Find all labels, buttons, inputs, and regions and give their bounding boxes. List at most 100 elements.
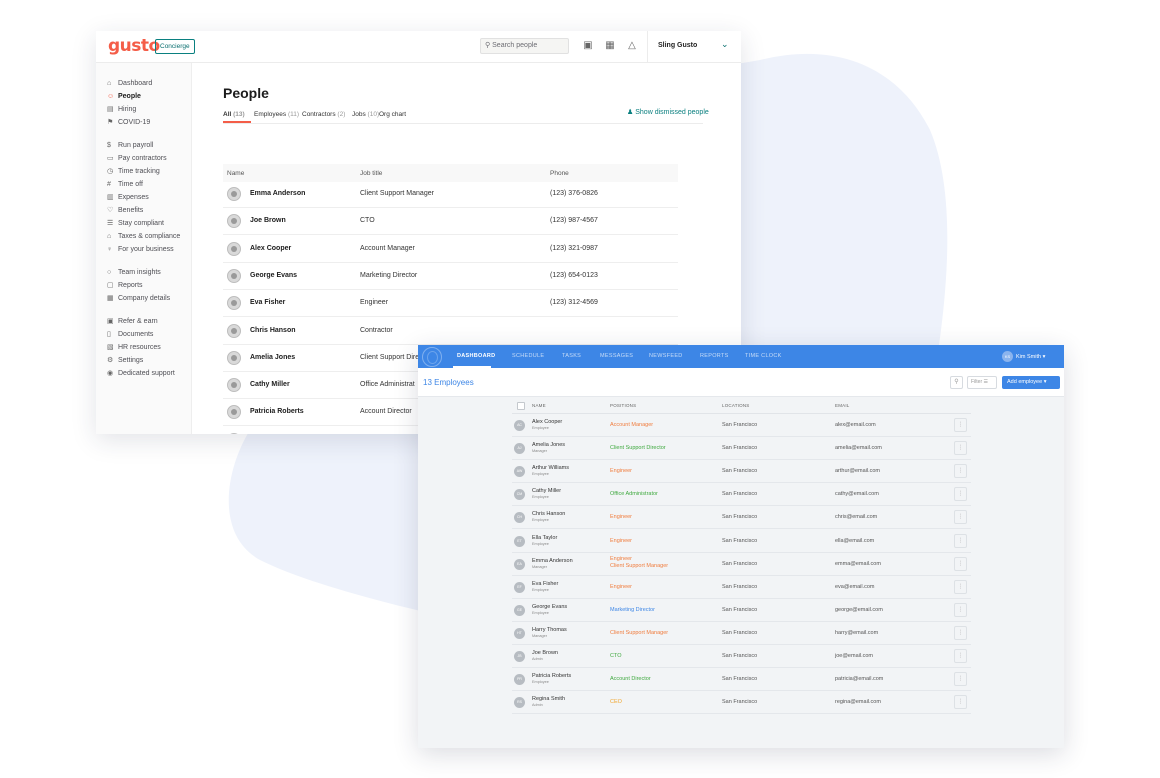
add-employee-button[interactable]: Add employee ▾ (1002, 376, 1060, 389)
table-row[interactable]: GE George Evans Employee Marketing Director… (512, 599, 971, 622)
employee-name[interactable]: Cathy Miller (532, 488, 561, 495)
sidebar-item-expenses[interactable]: ▥ Expenses (107, 193, 149, 203)
sidebar-item-time-off[interactable]: # Time off (107, 180, 143, 190)
table-row[interactable]: Eva Fisher Engineer (123) 312-4569 (223, 290, 678, 318)
sidebar-item-hr-resources[interactable]: ▧ HR resources (107, 343, 161, 353)
person-name[interactable]: Patricia Roberts (250, 408, 304, 415)
more-options-button[interactable]: ⋮ (954, 579, 967, 594)
gusto-logo[interactable]: gusto (108, 36, 160, 56)
nav-schedule[interactable]: SCHEDULE (512, 353, 544, 359)
filter-button[interactable]: Filter ☰ (967, 376, 997, 389)
table-row[interactable]: AC Alex Cooper Employee Account Manager San … (512, 414, 971, 437)
table-row[interactable]: RS Regina Smith Admin CEO San Francisco regin… (512, 691, 971, 715)
employee-name[interactable]: Patricia Roberts (532, 673, 571, 680)
sidebar-item-dashboard[interactable]: ⌂ Dashboard (107, 79, 152, 89)
person-name[interactable]: Emma Anderson (250, 190, 305, 197)
sidebar-item-hiring[interactable]: ▤ Hiring (107, 105, 136, 115)
sidebar-item-refer-earn[interactable]: ▣ Refer & earn (107, 317, 158, 327)
employee-name[interactable]: Joe Brown (532, 650, 558, 657)
person-name[interactable]: Joe Brown (250, 217, 286, 224)
sidebar-item-documents[interactable]: ▯ Documents (107, 330, 153, 340)
more-options-button[interactable]: ⋮ (954, 625, 967, 640)
person-name[interactable]: George Evans (250, 272, 297, 279)
table-row[interactable]: EA Emma Anderson Manager Engineer Client Sup… (512, 553, 971, 576)
more-options-button[interactable]: ⋮ (954, 441, 967, 456)
table-row[interactable]: AW Arthur Williams Employee Engineer San Fra… (512, 460, 971, 484)
person-name[interactable]: Eva Fisher (250, 299, 285, 306)
more-options-button[interactable]: ⋮ (954, 533, 967, 548)
employee-name[interactable]: Arthur Williams (532, 465, 569, 472)
column-header-locations[interactable]: LOCATIONS (722, 403, 749, 408)
table-row[interactable]: AJ Amelia Jones Manager Client Support Dire… (512, 437, 971, 461)
nav-dashboard[interactable]: DASHBOARD (457, 353, 495, 359)
employee-name[interactable]: Eva Fisher (532, 581, 558, 588)
column-header-name[interactable]: Name (227, 170, 244, 177)
sidebar-item-company-details[interactable]: ▦ Company details (107, 294, 170, 304)
column-header-job[interactable]: Job title (360, 170, 382, 177)
sidebar-item-team-insights[interactable]: ○ Team insights (107, 268, 161, 278)
user-menu[interactable]: KS Kim Smith ▾ (1002, 351, 1045, 362)
nav-time-clock[interactable]: TIME CLOCK (745, 353, 782, 359)
bell-icon[interactable]: △ (626, 40, 638, 52)
person-name[interactable]: Amelia Jones (250, 354, 295, 361)
employee-name[interactable]: Chris Hanson (532, 511, 565, 518)
employee-name[interactable]: Harry Thomas (532, 627, 567, 634)
table-row[interactable]: Chris Hanson Contractor (223, 318, 678, 345)
nav-tasks[interactable]: TASKS (562, 353, 581, 359)
sidebar-item-for-your-business[interactable]: ♀ For your business (107, 245, 174, 255)
show-dismissed-link[interactable]: ♟ Show dismissed people (627, 108, 709, 116)
table-row[interactable]: George Evans Marketing Director (123) 654-… (223, 263, 678, 290)
search-button[interactable]: ⚲ (950, 376, 963, 389)
more-options-button[interactable]: ⋮ (954, 649, 967, 663)
nav-newsfeed[interactable]: NEWSFEED (649, 353, 683, 359)
employee-name[interactable]: George Evans (532, 604, 567, 611)
nav-messages[interactable]: MESSAGES (600, 353, 633, 359)
sidebar-item-dedicated-support[interactable]: ◉ Dedicated support (107, 369, 175, 379)
more-options-button[interactable]: ⋮ (954, 695, 967, 710)
sidebar-item-covid-19[interactable]: ⚑ COVID-19 (107, 118, 150, 128)
more-options-button[interactable]: ⋮ (954, 487, 967, 502)
table-row[interactable]: CH Chris Hanson Employee Engineer San Franci… (512, 506, 971, 530)
table-row[interactable]: HT Harry Thomas Manager Client Support Mana… (512, 622, 971, 645)
employee-name[interactable]: Alex Cooper (532, 419, 562, 426)
table-row[interactable]: ET Ella Taylor Employee Engineer San Francis… (512, 530, 971, 553)
more-options-button[interactable]: ⋮ (954, 510, 967, 525)
person-name[interactable]: Chris Hanson (250, 327, 296, 334)
sidebar-item-benefits[interactable]: ♡ Benefits (107, 206, 143, 216)
table-row[interactable]: Emma Anderson Client Support Manager (123)… (223, 181, 678, 208)
sidebar-item-time-tracking[interactable]: ◷ Time tracking (107, 167, 160, 177)
tab-org-chart[interactable]: Org chart (379, 111, 406, 118)
sidebar-item-pay-contractors[interactable]: ▭ Pay contractors (107, 154, 167, 164)
tab-all[interactable]: All (13) (223, 111, 245, 118)
employee-name[interactable]: Amelia Jones (532, 442, 565, 449)
person-name[interactable]: Alex Cooper (250, 245, 291, 252)
person-name[interactable]: Cathy Miller (250, 381, 290, 388)
table-row[interactable]: JB Joe Brown Admin CTO San Francisco joe@emai… (512, 645, 971, 668)
column-header-phone[interactable]: Phone (550, 170, 569, 177)
select-all-checkbox[interactable] (517, 402, 525, 410)
table-row[interactable]: Joe Brown CTO (123) 987-4567 (223, 208, 678, 236)
column-header-positions[interactable]: POSITIONS (610, 403, 636, 408)
column-header-email[interactable]: EMAIL (835, 403, 850, 408)
account-menu[interactable]: Sling Gusto ⌄ (647, 31, 741, 63)
sling-logo[interactable] (422, 347, 442, 367)
table-row[interactable]: PR Patricia Roberts Employee Account Direct… (512, 668, 971, 692)
employee-name[interactable]: Regina Smith (532, 696, 565, 703)
tab-contractors[interactable]: Contractors (2) (302, 111, 345, 118)
tab-employees[interactable]: Employees (11) (254, 111, 299, 118)
more-options-button[interactable]: ⋮ (954, 602, 967, 617)
calendar-icon[interactable]: ▣ (582, 40, 594, 52)
column-header-name[interactable]: NAME (532, 403, 546, 408)
more-options-button[interactable]: ⋮ (954, 418, 967, 432)
table-row[interactable]: Alex Cooper Account Manager (123) 321-0987 (223, 236, 678, 263)
more-options-button[interactable]: ⋮ (954, 464, 967, 479)
table-row[interactable]: EF Eva Fisher Employee Engineer San Francisc… (512, 576, 971, 599)
employee-name[interactable]: Ella Taylor (532, 535, 557, 542)
sidebar-item-settings[interactable]: ⚙ Settings (107, 356, 143, 366)
nav-reports[interactable]: REPORTS (700, 353, 729, 359)
employee-name[interactable]: Emma Anderson (532, 558, 573, 565)
concierge-button[interactable]: Concierge (155, 39, 195, 54)
table-row[interactable]: CM Cathy Miller Employee Office Administrat… (512, 483, 971, 507)
sidebar-item-people[interactable]: ☺ People (107, 92, 141, 102)
sidebar-item-run-payroll[interactable]: $ Run payroll (107, 141, 153, 151)
